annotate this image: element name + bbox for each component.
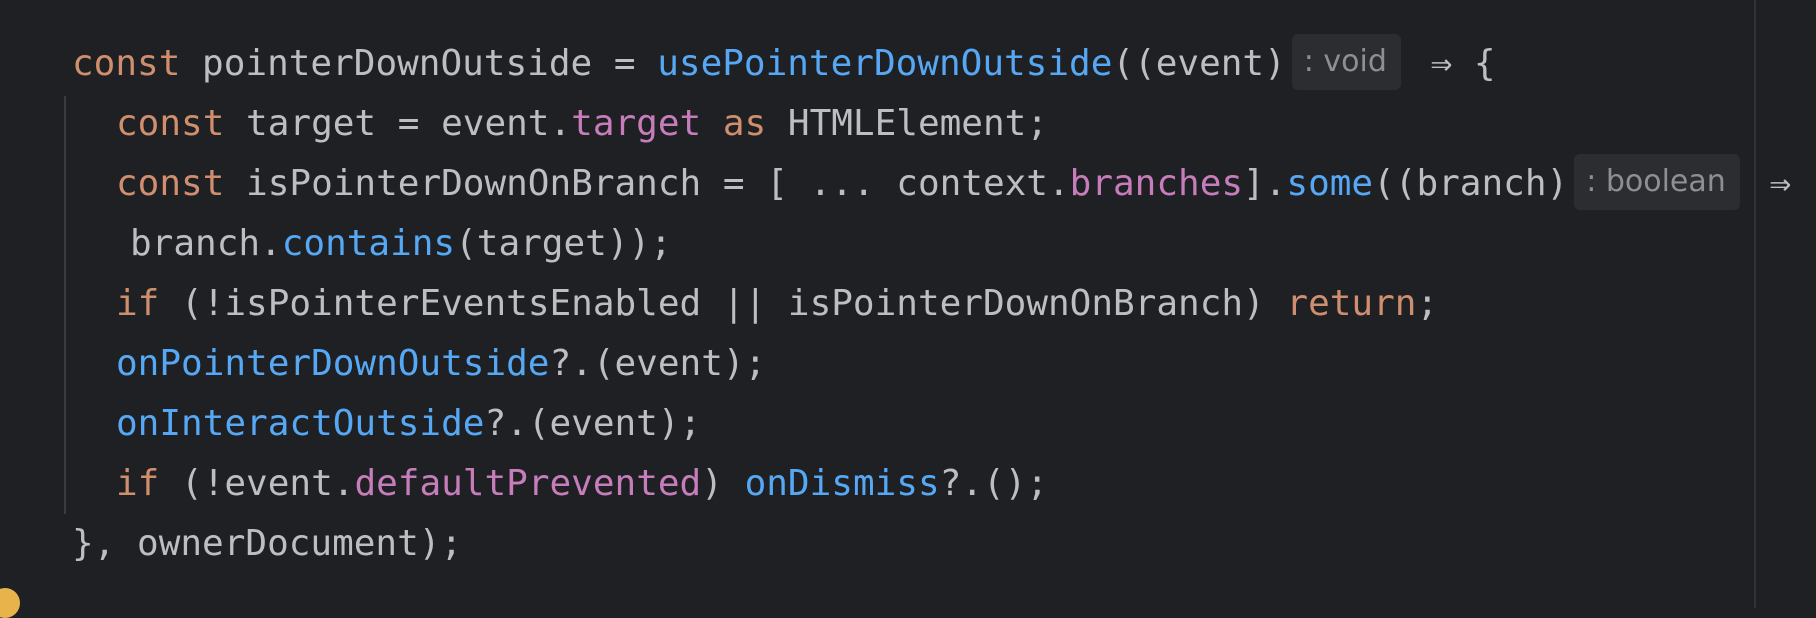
keyword-return: return: [1286, 283, 1417, 324]
keyword-as: as: [701, 103, 767, 144]
identifier: pointerDownOutside: [180, 43, 593, 84]
property[interactable]: defaultPrevented: [354, 463, 701, 504]
code-line-3[interactable]: const isPointerDownOnBranch = [ ... cont…: [116, 154, 1791, 214]
function-call[interactable]: contains: [282, 223, 455, 264]
keyword-const: const: [72, 43, 181, 84]
identifier: isPointerDownOnBranch = [ ... context.: [224, 163, 1070, 204]
arrow-operator: ⇒: [1747, 163, 1792, 204]
type-name: HTMLElement;: [766, 103, 1048, 144]
code-line-5[interactable]: if (!isPointerEventsEnabled || isPointer…: [116, 274, 1438, 334]
punctuation: ;: [1416, 283, 1439, 324]
function-call[interactable]: some: [1286, 163, 1373, 204]
arguments: ((event): [1112, 43, 1286, 84]
right-margin-guide: [1754, 0, 1756, 608]
indent-guide: [64, 96, 66, 514]
operator: =: [592, 43, 658, 84]
keyword-const: const: [116, 163, 225, 204]
property[interactable]: target: [571, 103, 701, 144]
inlay-type-hint: : boolean: [1574, 154, 1740, 210]
condition: (!event.: [159, 463, 355, 504]
code-line-9[interactable]: }, ownerDocument);: [72, 514, 462, 574]
closing-statement: }, ownerDocument);: [72, 523, 463, 564]
gutter-marker-icon[interactable]: [0, 588, 20, 618]
function-call[interactable]: usePointerDownOutside: [657, 43, 1112, 84]
function-call[interactable]: onDismiss: [745, 463, 940, 504]
keyword-if: if: [116, 463, 160, 504]
function-call[interactable]: onInteractOutside: [116, 403, 484, 444]
arguments: ?.(event);: [549, 343, 767, 384]
arguments: ((branch): [1373, 163, 1569, 204]
function-call[interactable]: onPointerDownOutside: [116, 343, 549, 384]
code-line-7[interactable]: onInteractOutside?.(event);: [116, 394, 701, 454]
property[interactable]: branches: [1070, 163, 1243, 204]
arguments: (target));: [455, 223, 672, 264]
code-editor[interactable]: const pointerDownOutside = usePointerDow…: [0, 0, 1816, 618]
punctuation: ): [701, 463, 745, 504]
identifier: target = event.: [224, 103, 572, 144]
keyword-if: if: [116, 283, 160, 324]
arrow-operator: ⇒ {: [1408, 43, 1496, 84]
code-line-1[interactable]: const pointerDownOutside = usePointerDow…: [72, 34, 1496, 94]
inlay-type-hint: : void: [1291, 34, 1401, 90]
keyword-const: const: [116, 103, 225, 144]
code-line-2[interactable]: const target = event.target as HTMLEleme…: [116, 94, 1048, 154]
identifier: branch.: [130, 223, 282, 264]
condition: (!isPointerEventsEnabled || isPointerDow…: [159, 283, 1287, 324]
code-line-8[interactable]: if (!event.defaultPrevented) onDismiss?.…: [116, 454, 1048, 514]
arguments: ?.();: [939, 463, 1049, 504]
punctuation: ].: [1243, 163, 1287, 204]
code-line-6[interactable]: onPointerDownOutside?.(event);: [116, 334, 766, 394]
arguments: ?.(event);: [484, 403, 702, 444]
code-line-4[interactable]: branch.contains(target));: [130, 214, 672, 274]
